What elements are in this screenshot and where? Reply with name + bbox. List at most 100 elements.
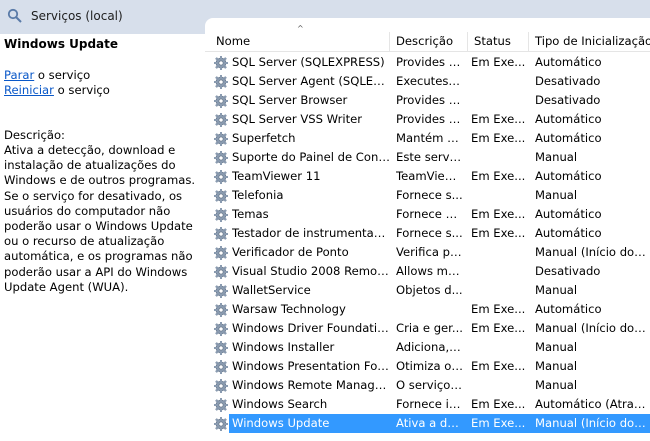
service-row[interactable]: Testador de instrumentação... Fornece s..… (205, 224, 650, 243)
service-row[interactable]: SQL Server Browser Provides S... Desativad… (205, 91, 650, 110)
service-name: SQL Server VSS Writer (232, 112, 363, 126)
service-gear-icon (213, 74, 229, 90)
service-name: SQL Server (SQLEXPRESS) (232, 55, 385, 69)
column-header-startup-type[interactable]: Tipo de Inicialização (529, 32, 650, 51)
service-description: O serviço ... (396, 378, 463, 392)
service-gear-icon (213, 378, 229, 394)
service-row[interactable]: WalletService Objetos d... Manual (205, 281, 650, 300)
service-gear-icon (213, 264, 229, 280)
service-name: Windows Remote Manage... (232, 378, 390, 392)
service-status: Em Exe... (471, 321, 526, 335)
service-status (471, 262, 527, 281)
service-name: Windows Presentation Fou... (232, 359, 390, 373)
service-description: Verifica po... (396, 245, 463, 259)
service-startup-type: Manual (535, 378, 578, 392)
service-description (396, 300, 463, 319)
column-header-description[interactable]: Descrição (390, 32, 468, 51)
service-name: Superfetch (232, 131, 296, 145)
service-name: Visual Studio 2008 Remote ... (232, 264, 390, 278)
service-description: Fornece in... (396, 397, 463, 411)
service-gear-icon (213, 93, 229, 109)
service-startup-type: Automático (Atraso ... (535, 397, 649, 411)
service-startup-type: Automático (535, 207, 602, 221)
service-name: Temas (232, 207, 269, 221)
service-startup-type: Automático (535, 55, 602, 69)
service-description: Mantém e... (396, 131, 463, 145)
service-startup-type: Desativado (535, 264, 601, 278)
service-gear-icon (213, 245, 229, 261)
service-name: TeamViewer 11 (232, 169, 321, 183)
service-name: Testador de instrumentação... (232, 226, 390, 240)
column-header-status[interactable]: Status (468, 32, 529, 51)
service-row[interactable]: Windows Remote Manage... O serviço ... Man… (205, 376, 650, 395)
service-name: Verificador de Ponto (232, 245, 349, 259)
service-row[interactable]: Verificador de Ponto Verifica po... Manual… (205, 243, 650, 262)
restart-service-suffix: o serviço (53, 83, 110, 97)
service-name: Windows Search (232, 397, 328, 411)
restart-service-link[interactable]: Reiniciar (4, 83, 54, 97)
service-name: Windows Update (232, 416, 330, 430)
service-name: Telefonia (232, 188, 284, 202)
service-gear-icon (213, 169, 229, 185)
service-name: Warsaw Technology (232, 302, 346, 316)
service-gear-icon (213, 112, 229, 128)
column-header-row: Nome Descrição Status Tipo de Inicializa… (205, 32, 650, 52)
service-row[interactable]: Suporte do Painel de Contr... Este serviç… (205, 148, 650, 167)
service-startup-type: Manual (Início do Ga... (535, 321, 649, 335)
service-row[interactable]: SQL Server VSS Writer Provides th... Em Ex… (205, 110, 650, 129)
service-gear-icon (213, 302, 229, 318)
service-startup-type: Automático (535, 169, 602, 183)
service-gear-icon (213, 150, 229, 166)
service-name: Windows Installer (232, 340, 335, 354)
service-startup-type: Manual (Início do Ga... (535, 245, 649, 259)
service-startup-type: Manual (535, 340, 578, 354)
service-name: SQL Server Agent (SQLEXPR... (232, 74, 390, 88)
service-gear-icon (213, 131, 229, 147)
service-row[interactable]: Visual Studio 2008 Remote ... Allows me..… (205, 262, 650, 281)
service-description: Executes j... (396, 74, 463, 88)
service-description: Fornece s... (396, 226, 463, 240)
services-search-icon (7, 8, 22, 23)
service-status: Em Exe... (471, 397, 526, 411)
service-row[interactable]: Windows Presentation Fou... Otimiza o ...… (205, 357, 650, 376)
service-row[interactable]: Windows Driver Foundation... Cria e ger..… (205, 319, 650, 338)
service-name: WalletService (232, 283, 311, 297)
service-status: Em Exe... (471, 416, 526, 430)
service-status: Em Exe... (471, 359, 526, 373)
service-startup-type: Manual (535, 283, 578, 297)
restart-service-action: Reiniciar o serviço (4, 83, 110, 97)
service-name: Windows Driver Foundation... (232, 321, 390, 335)
service-row[interactable]: Temas Fornece g... Em Exe... Automático (205, 205, 650, 224)
window-title: Serviços (local) (31, 9, 123, 23)
service-gear-icon (213, 226, 229, 242)
service-gear-icon (213, 188, 229, 204)
service-startup-type: Automático (535, 226, 602, 240)
service-name: Suporte do Painel de Contr... (232, 150, 390, 164)
service-row[interactable]: TeamViewer 11 TeamViewer... Em Exe... Autom… (205, 167, 650, 186)
service-row[interactable]: SQL Server Agent (SQLEXPR... Executes j..… (205, 72, 650, 91)
service-row[interactable]: Windows Update Ativa a de... Em Exe... Manu… (205, 414, 650, 433)
service-row[interactable]: Windows Installer Adiciona, ... Manual (205, 338, 650, 357)
service-status (471, 91, 527, 110)
service-row[interactable]: Windows Search Fornece in... Em Exe... Auto… (205, 395, 650, 414)
service-status: Em Exe... (471, 302, 526, 316)
service-row[interactable]: Superfetch Mantém e... Em Exe... Automático (205, 129, 650, 148)
column-header-name[interactable]: Nome (205, 32, 390, 51)
service-description: Adiciona, ... (396, 340, 463, 354)
service-row[interactable]: SQL Server (SQLEXPRESS) Provides s... Em E… (205, 53, 650, 72)
description-text: Ativa a detecção, download e instalação … (4, 143, 196, 294)
service-description: TeamViewer... (396, 169, 463, 183)
service-status (471, 376, 527, 395)
service-gear-icon (213, 359, 229, 375)
service-description: Otimiza o ... (396, 359, 463, 373)
stop-service-link[interactable]: Parar (4, 68, 34, 82)
service-gear-icon (213, 55, 229, 71)
service-startup-type: Automático (535, 131, 602, 145)
service-gear-icon (213, 397, 229, 413)
service-status: Em Exe... (471, 131, 526, 145)
service-description: Ativa a de... (396, 416, 463, 430)
service-gear-icon (213, 207, 229, 223)
service-row[interactable]: Warsaw Technology Em Exe... Automático (205, 300, 650, 319)
service-row[interactable]: Telefonia Fornece s... Manual (205, 186, 650, 205)
service-status: Em Exe... (471, 226, 526, 240)
